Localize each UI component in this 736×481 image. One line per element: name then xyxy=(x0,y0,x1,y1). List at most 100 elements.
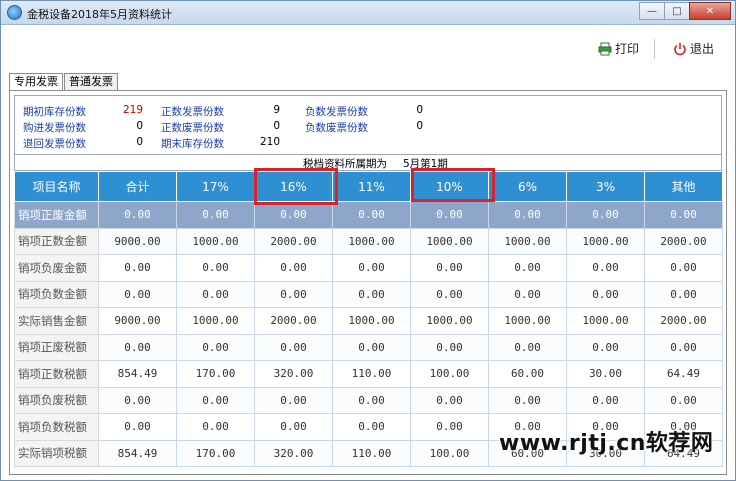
table-cell[interactable]: 0.00 xyxy=(254,201,333,229)
row-header-cell[interactable]: 销项负数金额 xyxy=(14,280,99,308)
table-cell[interactable]: 0.00 xyxy=(488,280,567,308)
print-button[interactable]: 打印 xyxy=(598,40,639,57)
title-bar[interactable]: 金税设备2018年5月资料统计 — □ ✕ xyxy=(1,1,735,25)
close-button[interactable]: ✕ xyxy=(689,2,731,20)
column-header[interactable]: 其他 xyxy=(644,171,723,202)
column-header[interactable]: 合计 xyxy=(98,171,177,202)
table-cell[interactable]: 0.00 xyxy=(176,333,255,361)
table-cell[interactable]: 0.00 xyxy=(98,333,177,361)
row-header-cell[interactable]: 销项负废税额 xyxy=(14,386,99,414)
table-cell[interactable]: 0.00 xyxy=(176,413,255,441)
table-cell[interactable]: 1000.00 xyxy=(410,307,489,335)
table-cell[interactable]: 60.00 xyxy=(488,360,567,388)
table-cell[interactable]: 0.00 xyxy=(332,333,411,361)
column-header[interactable]: 3% xyxy=(566,171,645,202)
table-cell[interactable]: 0.00 xyxy=(98,386,177,414)
row-header-cell[interactable]: 销项正数税额 xyxy=(14,360,99,388)
table-cell[interactable]: 0.00 xyxy=(410,333,489,361)
table-row[interactable]: 实际销售金额 9000.00 1000.00 2000.00 1000.00 1000.0… xyxy=(14,307,723,335)
table-row[interactable]: 销项正数税额 854.49 170.00 320.00 110.00 100.00 60.0… xyxy=(14,360,723,388)
table-cell[interactable]: 0.00 xyxy=(254,254,333,282)
table-cell[interactable]: 0.00 xyxy=(410,386,489,414)
tab-ordinary-invoice[interactable]: 普通发票 xyxy=(64,73,118,90)
table-row[interactable]: 销项负废金额 0.00 0.00 0.00 0.00 0.00 0.00 0.00 0.00 xyxy=(14,254,723,282)
table-cell[interactable]: 0.00 xyxy=(410,413,489,441)
table-cell[interactable]: 1000.00 xyxy=(332,227,411,255)
row-header-cell[interactable]: 销项负废金额 xyxy=(14,254,99,282)
row-header-cell[interactable]: 销项正废金额 xyxy=(14,201,99,229)
table-cell[interactable]: 0.00 xyxy=(488,254,567,282)
table-row[interactable]: 销项正数金额 9000.00 1000.00 2000.00 1000.00 1000.0… xyxy=(14,227,723,255)
table-row[interactable]: 销项正废税额 0.00 0.00 0.00 0.00 0.00 0.00 0.00 0.00 xyxy=(14,333,723,361)
table-cell[interactable]: 0.00 xyxy=(566,386,645,414)
table-cell[interactable]: 0.00 xyxy=(332,201,411,229)
table-cell[interactable]: 1000.00 xyxy=(566,307,645,335)
table-cell[interactable]: 64.49 xyxy=(644,360,723,388)
table-cell[interactable]: 0.00 xyxy=(254,280,333,308)
table-cell[interactable]: 170.00 xyxy=(176,439,255,467)
table-cell[interactable]: 0.00 xyxy=(254,333,333,361)
table-cell[interactable]: 0.00 xyxy=(98,201,177,229)
table-cell[interactable]: 30.00 xyxy=(566,360,645,388)
column-header[interactable]: 17% xyxy=(176,171,255,202)
table-cell[interactable]: 0.00 xyxy=(566,254,645,282)
table-cell[interactable]: 0.00 xyxy=(332,413,411,441)
table-cell[interactable]: 100.00 xyxy=(410,360,489,388)
column-header[interactable]: 项目名称 xyxy=(14,171,99,202)
table-cell[interactable]: 9000.00 xyxy=(98,307,177,335)
table-cell[interactable]: 0.00 xyxy=(488,201,567,229)
table-cell[interactable]: 0.00 xyxy=(566,280,645,308)
table-cell[interactable]: 1000.00 xyxy=(566,227,645,255)
tab-special-invoice[interactable]: 专用发票 xyxy=(9,73,63,91)
table-cell[interactable]: 0.00 xyxy=(176,254,255,282)
table-cell[interactable]: 1000.00 xyxy=(488,227,567,255)
table-cell[interactable]: 2000.00 xyxy=(254,307,333,335)
table-cell[interactable]: 0.00 xyxy=(410,280,489,308)
table-cell[interactable]: 0.00 xyxy=(410,254,489,282)
table-cell[interactable]: 854.49 xyxy=(98,360,177,388)
table-cell[interactable]: 0.00 xyxy=(566,201,645,229)
table-cell[interactable]: 320.00 xyxy=(254,439,333,467)
table-cell[interactable]: 2000.00 xyxy=(644,307,723,335)
table-cell[interactable]: 0.00 xyxy=(644,254,723,282)
table-cell[interactable]: 9000.00 xyxy=(98,227,177,255)
table-row[interactable]: 销项负数金额 0.00 0.00 0.00 0.00 0.00 0.00 0.00 0.00 xyxy=(14,280,723,308)
exit-button[interactable]: 退出 xyxy=(673,40,714,57)
table-cell[interactable]: 854.49 xyxy=(98,439,177,467)
table-row[interactable]: 销项负废税额 0.00 0.00 0.00 0.00 0.00 0.00 0.00 0.00 xyxy=(14,386,723,414)
table-cell[interactable]: 1000.00 xyxy=(410,227,489,255)
table-cell[interactable]: 0.00 xyxy=(176,386,255,414)
maximize-button[interactable]: □ xyxy=(664,2,690,20)
table-cell[interactable]: 0.00 xyxy=(644,280,723,308)
table-cell[interactable]: 0.00 xyxy=(98,413,177,441)
row-header-cell[interactable]: 实际销售金额 xyxy=(14,307,99,335)
table-cell[interactable]: 170.00 xyxy=(176,360,255,388)
table-cell[interactable]: 0.00 xyxy=(644,386,723,414)
table-cell[interactable]: 0.00 xyxy=(566,333,645,361)
table-cell[interactable]: 100.00 xyxy=(410,439,489,467)
table-cell[interactable]: 2000.00 xyxy=(644,227,723,255)
table-cell[interactable]: 0.00 xyxy=(254,386,333,414)
table-cell[interactable]: 0.00 xyxy=(98,280,177,308)
row-header-cell[interactable]: 实际销项税额 xyxy=(14,439,99,467)
table-cell[interactable]: 110.00 xyxy=(332,360,411,388)
table-row[interactable]: 销项正废金额 0.00 0.00 0.00 0.00 0.00 0.00 0.00 0.00 xyxy=(14,201,723,229)
table-cell[interactable]: 1000.00 xyxy=(332,307,411,335)
table-cell[interactable]: 0.00 xyxy=(488,386,567,414)
table-cell[interactable]: 0.00 xyxy=(98,254,177,282)
table-cell[interactable]: 1000.00 xyxy=(176,227,255,255)
table-cell[interactable]: 110.00 xyxy=(332,439,411,467)
row-header-cell[interactable]: 销项正废税额 xyxy=(14,333,99,361)
table-cell[interactable]: 0.00 xyxy=(644,201,723,229)
table-cell[interactable]: 0.00 xyxy=(332,386,411,414)
minimize-button[interactable]: — xyxy=(639,2,665,20)
table-cell[interactable]: 0.00 xyxy=(176,201,255,229)
row-header-cell[interactable]: 销项负数税额 xyxy=(14,413,99,441)
column-header[interactable]: 11% xyxy=(332,171,411,202)
column-header[interactable]: 6% xyxy=(488,171,567,202)
table-cell[interactable]: 1000.00 xyxy=(176,307,255,335)
table-cell[interactable]: 0.00 xyxy=(332,280,411,308)
table-cell[interactable]: 0.00 xyxy=(644,333,723,361)
row-header-cell[interactable]: 销项正数金额 xyxy=(14,227,99,255)
table-cell[interactable]: 2000.00 xyxy=(254,227,333,255)
